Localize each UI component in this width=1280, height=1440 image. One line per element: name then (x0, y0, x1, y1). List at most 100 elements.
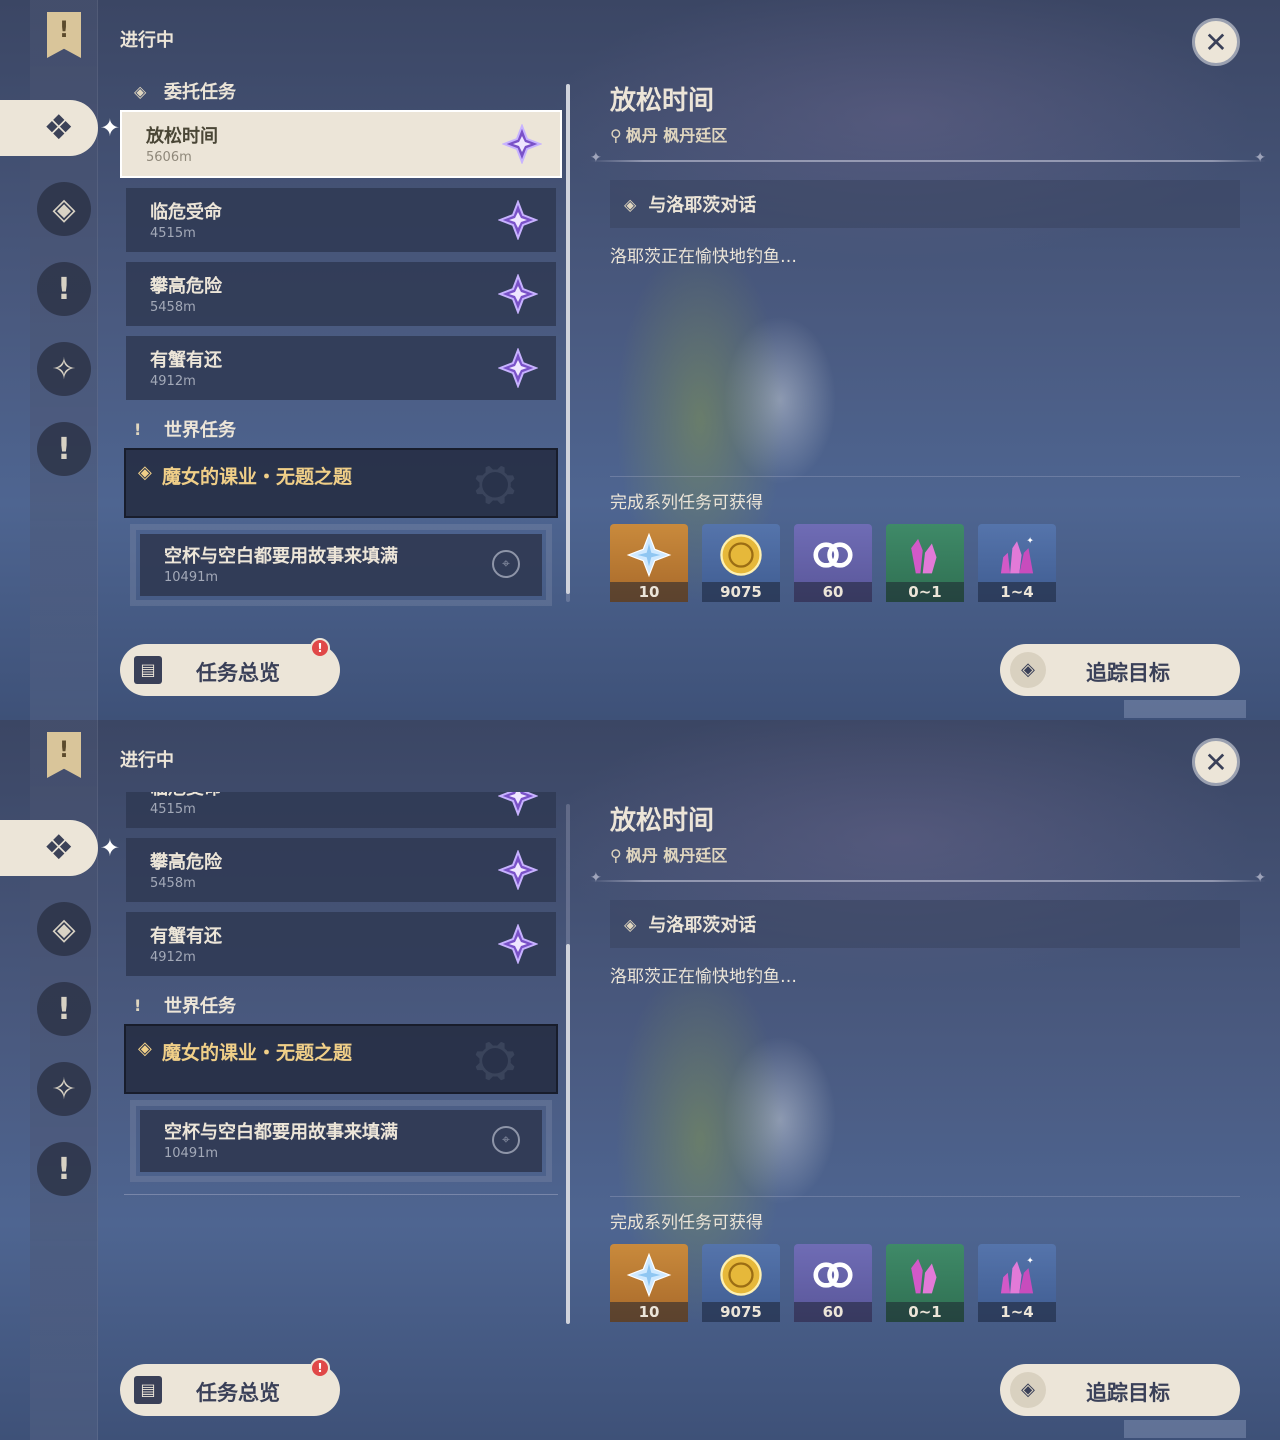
mora-icon (702, 1250, 780, 1300)
quest-title: 放松时间 (610, 86, 715, 116)
close-icon: ✕ (1204, 745, 1228, 779)
sub-quest-item[interactable]: 空杯与空白都要用故事来填满 10491m ⌖ (140, 534, 542, 596)
crystal-cluster-icon: ✦ (978, 530, 1056, 580)
track-hint-bar (1124, 1420, 1246, 1438)
world-quest-item[interactable]: ◈ 魔女的课业・无题之题 ⛭ (124, 448, 558, 518)
crystal-cluster-icon: ✦ (978, 1250, 1056, 1300)
quest-item[interactable]: 攀高危险 5458m (126, 838, 556, 902)
world-quest-icon[interactable]: ! (37, 422, 91, 476)
close-button[interactable]: ✕ (1192, 18, 1240, 66)
quest-item[interactable]: 有蟹有还 4912m (126, 336, 556, 400)
reward-item[interactable]: ✦ 1~4 (978, 524, 1056, 602)
map-pin-icon[interactable]: ⌖ (492, 550, 520, 578)
section-label: 进行中 (120, 30, 174, 51)
witch-hat-icon: ⛭ (474, 1030, 516, 1090)
quest-item[interactable]: 放松时间 5606m (120, 110, 562, 178)
notification-badge: ! (310, 1358, 330, 1378)
track-diamond-icon: ◈ (1010, 1372, 1046, 1408)
sub-quest-frame: 空杯与空白都要用故事来填满 10491m ⌖ (130, 524, 552, 606)
commission-icon: ❖ (43, 108, 74, 148)
divider (590, 870, 1266, 886)
objective-diamond-icon: ◈ (624, 914, 637, 934)
map-pin-icon[interactable]: ⌖ (492, 1126, 520, 1154)
commission-star-icon (498, 792, 538, 816)
reward-item[interactable]: 10 (610, 524, 688, 602)
quest-list[interactable]: ◈ 委托任务 放松时间 5606m 临危受命 4515m 攀高危险 5458m … (118, 792, 564, 1328)
svg-text:✦: ✦ (1026, 536, 1034, 547)
story-quest-icon[interactable]: ! (37, 262, 91, 316)
reward-item[interactable]: 10 (610, 1244, 688, 1322)
archon-quest-icon[interactable]: ◈ (37, 902, 91, 956)
reward-item[interactable]: 9075 (702, 524, 780, 602)
commission-icon: ❖ (43, 828, 74, 868)
reward-item[interactable]: 0~1 (886, 1244, 964, 1322)
exclamation-icon: ! (134, 419, 142, 439)
scrollbar-thumb[interactable] (566, 944, 570, 1324)
close-button[interactable]: ✕ (1192, 738, 1240, 786)
quest-item[interactable]: 有蟹有还 4912m (126, 912, 556, 976)
divider (610, 476, 1240, 477)
commission-tab[interactable]: ❖ ✦ (0, 100, 120, 156)
reward-item[interactable]: 60 (794, 524, 872, 602)
world-quest-icon[interactable]: ! (37, 1142, 91, 1196)
quest-overview-button[interactable]: ▤ 任务总览 ! (120, 638, 340, 696)
track-diamond-icon: ◈ (1010, 652, 1046, 688)
archon-quest-icon[interactable]: ◈ (37, 182, 91, 236)
quest-description: 洛耶茨正在愉快地钓鱼… (610, 967, 797, 987)
mora-icon (702, 530, 780, 580)
sub-quest-item[interactable]: 空杯与空白都要用故事来填满 10491m ⌖ (140, 1110, 542, 1172)
quest-screen-top: ! ❖ ✦ ◈ ! ✧ ! 进行中 ✕ ◈ 委托任务 放松时间 5606m 临危… (0, 0, 1280, 720)
sparkle-icon: ✦ (99, 834, 120, 862)
quest-screen-bottom: ! ❖ ✦ ◈ ! ✧ ! 进行中 ✕ ◈ 委托任务 放松时间 5606m 临危… (0, 720, 1280, 1440)
reward-item[interactable]: ✦ 1~4 (978, 1244, 1056, 1322)
track-target-button[interactable]: ◈ 追踪目标 (1000, 1364, 1240, 1416)
quest-list[interactable]: ◈ 委托任务 放松时间 5606m 临危受命 4515m 攀高危险 5458m … (118, 72, 564, 608)
commission-star-icon (498, 200, 538, 240)
commission-small-icon: ◈ (134, 81, 147, 101)
quest-item[interactable]: 临危受命 4515m (126, 792, 556, 828)
sparkle-icon: ✦ (99, 114, 120, 142)
commission-star-icon (498, 850, 538, 890)
quest-location: ⚲ 枫丹 枫丹廷区 (610, 846, 728, 865)
witch-hat-icon: ⛭ (474, 454, 516, 514)
world-quest-item[interactable]: ◈ 魔女的课业・无题之题 ⛭ (124, 1024, 558, 1094)
quest-description: 洛耶茨正在愉快地钓鱼… (610, 247, 797, 267)
primogem-icon (610, 1250, 688, 1300)
quest-overview-button[interactable]: ▤ 任务总览 ! (120, 1358, 340, 1416)
notification-badge: ! (310, 638, 330, 658)
purple-crystal-icon (886, 1250, 964, 1300)
group-header-world: ! 世界任务 (134, 995, 236, 1018)
close-icon: ✕ (1204, 25, 1228, 59)
commission-star-icon (498, 348, 538, 388)
quest-book-icon: ▤ (134, 1376, 162, 1404)
primogem-icon (610, 530, 688, 580)
quest-title: 放松时间 (610, 806, 715, 836)
divider (590, 150, 1266, 166)
commission-star-icon (498, 274, 538, 314)
quest-item[interactable]: 攀高危险 5458m (126, 262, 556, 326)
rewards-row: 10 9075 60 0~1 ✦ 1~4 (610, 1244, 1056, 1322)
reward-item[interactable]: 60 (794, 1244, 872, 1322)
reward-item[interactable]: 0~1 (886, 524, 964, 602)
divider (610, 1196, 1240, 1197)
quest-location: ⚲ 枫丹 枫丹廷区 (610, 126, 728, 145)
story-quest-icon[interactable]: ! (37, 982, 91, 1036)
quest-item[interactable]: 临危受命 4515m (126, 188, 556, 252)
scrollbar-thumb[interactable] (566, 84, 570, 594)
quest-book-icon: ▤ (134, 656, 162, 684)
rewards-row: 10 9075 60 0~1 ✦ 1~4 (610, 524, 1056, 602)
friendship-exp-icon (794, 1250, 872, 1300)
location-pin-icon: ⚲ (610, 126, 622, 145)
divider (124, 1194, 558, 1195)
objective-diamond-icon: ◈ (624, 194, 637, 214)
reward-item[interactable]: 9075 (702, 1244, 780, 1322)
domain-quest-icon[interactable]: ✧ (37, 342, 91, 396)
commission-tab[interactable]: ❖ ✦ (0, 820, 120, 876)
rewards-label: 完成系列任务可获得 (610, 1213, 763, 1233)
track-target-button[interactable]: ◈ 追踪目标 (1000, 644, 1240, 696)
group-header-commission: ◈ 委托任务 (134, 81, 236, 104)
world-quest-diamond-icon: ◈ (138, 462, 152, 483)
domain-quest-icon[interactable]: ✧ (37, 1062, 91, 1116)
quest-objective: ◈ 与洛耶茨对话 (610, 180, 1240, 228)
exclamation-icon: ! (134, 995, 142, 1015)
